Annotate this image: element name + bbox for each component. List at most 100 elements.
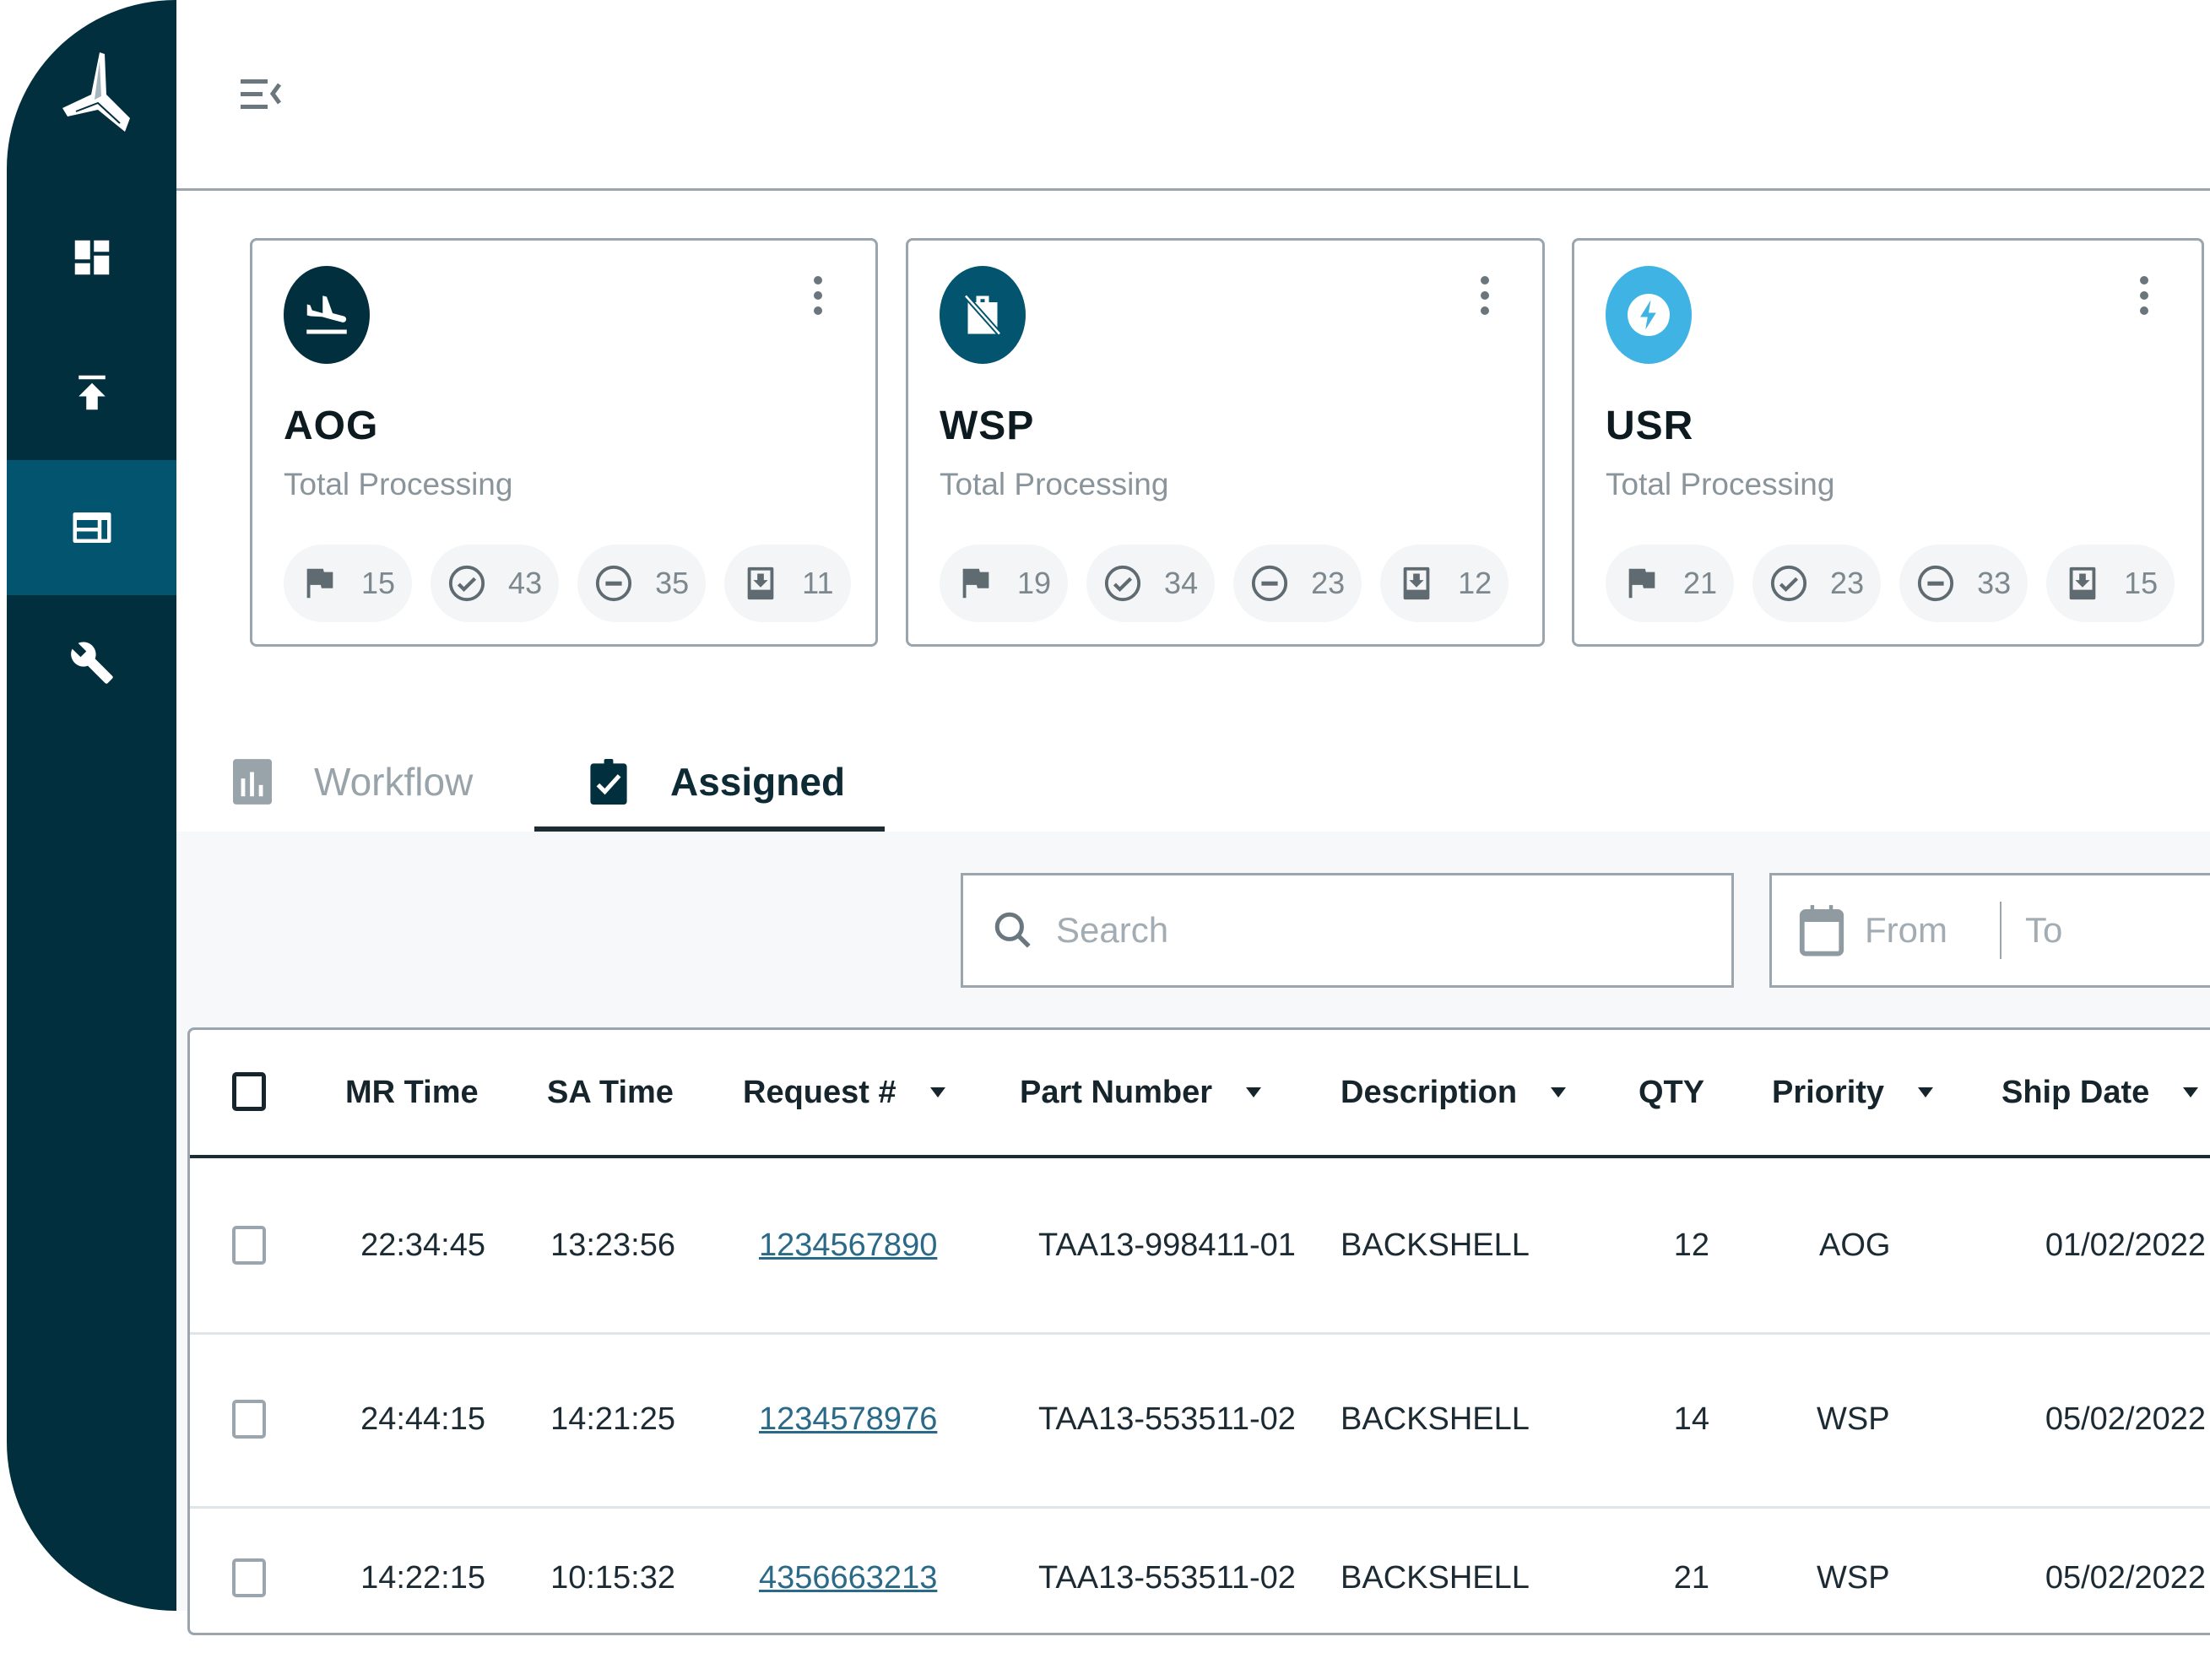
card-title: WSP — [940, 404, 1035, 448]
stat-value: 35 — [655, 566, 690, 600]
sidebar-item-upload[interactable] — [7, 325, 176, 460]
row-checkbox[interactable] — [232, 1558, 266, 1597]
minus-circle-icon — [1918, 565, 1954, 602]
sidebar — [7, 0, 176, 1611]
download-box-icon — [747, 566, 774, 600]
active-tab-indicator — [534, 826, 885, 832]
card-more-menu-button[interactable] — [810, 276, 826, 323]
cell-part-number: TAA13-553511-02 — [1038, 1559, 1296, 1596]
card-more-menu-button[interactable] — [2136, 276, 2153, 323]
stat-received[interactable]: 12 — [1380, 545, 1509, 622]
top-header — [176, 0, 2210, 191]
calendar-icon — [1799, 905, 1844, 957]
row-checkbox[interactable] — [232, 1400, 266, 1439]
stat-completed[interactable]: 23 — [1752, 545, 1882, 622]
cell-ship-date: 05/02/2022 — [2045, 1401, 2206, 1437]
card-subtitle: Total Processing — [1606, 467, 1835, 501]
column-ship-date[interactable]: Ship Date — [2001, 1030, 2199, 1155]
card-subtitle: Total Processing — [940, 467, 1169, 501]
cell-description: BACKSHELL — [1341, 1227, 1530, 1263]
cell-part-number: TAA13-998411-01 — [1038, 1227, 1296, 1263]
column-request-number[interactable]: Request # — [743, 1030, 945, 1155]
stat-blocked[interactable]: 33 — [1899, 545, 2029, 622]
stat-value: 33 — [1977, 566, 2012, 600]
cell-mr-time: 14:22:15 — [360, 1559, 485, 1596]
sort-caret-icon — [1246, 1087, 1262, 1097]
table-row[interactable]: 24:44:15 14:21:25 1234578976 TAA13-55351… — [190, 1332, 2210, 1509]
card-icon-badge — [940, 266, 1026, 364]
table-header: MR Time SA Time Request # Part Number De… — [190, 1030, 2210, 1158]
stat-value: 23 — [1311, 566, 1346, 600]
tab-label: Workflow — [314, 759, 474, 804]
column-description[interactable]: Description — [1341, 1030, 1567, 1155]
date-from-input[interactable]: From — [1865, 910, 1991, 951]
search-input[interactable] — [1054, 909, 1699, 951]
stat-value: 21 — [1683, 566, 1718, 600]
card-aog[interactable]: AOG Total Processing 15 43 35 11 — [250, 238, 878, 647]
cell-description: BACKSHELL — [1341, 1559, 1530, 1596]
stat-value: 23 — [1830, 566, 1865, 600]
stat-blocked[interactable]: 35 — [577, 545, 707, 622]
date-separator — [2000, 902, 2001, 959]
tab-assigned[interactable]: Assigned — [589, 734, 845, 828]
row-checkbox[interactable] — [232, 1226, 266, 1265]
sidebar-item-tools[interactable] — [7, 595, 176, 730]
cell-sa-time: 13:23:56 — [550, 1227, 675, 1263]
cell-mr-time: 22:34:45 — [360, 1227, 485, 1263]
stat-completed[interactable]: 34 — [1086, 545, 1216, 622]
cell-ship-date: 05/02/2022 — [2045, 1559, 2206, 1596]
column-mr-time[interactable]: MR Time — [345, 1030, 479, 1155]
cell-sa-time: 14:21:25 — [550, 1401, 675, 1437]
wrench-icon — [70, 642, 113, 684]
stat-blocked[interactable]: 23 — [1233, 545, 1362, 622]
card-stats: 15 43 35 11 — [284, 545, 859, 622]
table-row[interactable]: 22:34:45 13:23:56 1234567890 TAA13-99841… — [190, 1158, 2210, 1335]
sidebar-item-assignments[interactable] — [7, 460, 176, 595]
tri-wing-logo-icon[interactable] — [57, 51, 133, 135]
card-subtitle: Total Processing — [284, 467, 513, 501]
flag-icon — [306, 568, 333, 599]
assigned-table: MR Time SA Time Request # Part Number De… — [187, 1027, 2210, 1635]
tab-workflow[interactable]: Workflow — [233, 734, 473, 828]
column-priority[interactable]: Priority — [1772, 1030, 1934, 1155]
card-more-menu-button[interactable] — [1476, 276, 1493, 323]
stat-value: 15 — [2124, 566, 2159, 600]
search-field[interactable] — [961, 873, 1734, 988]
tab-label: Assigned — [670, 759, 846, 804]
card-icon-badge — [284, 266, 370, 364]
stat-flagged[interactable]: 15 — [284, 545, 413, 622]
column-part-number[interactable]: Part Number — [1020, 1030, 1262, 1155]
sidebar-item-dashboard[interactable] — [7, 190, 176, 325]
check-circle-icon — [1104, 565, 1141, 602]
menu-collapse-icon — [241, 79, 282, 109]
flag-icon — [962, 568, 989, 599]
column-sa-time[interactable]: SA Time — [547, 1030, 674, 1155]
bolt-circle-icon — [1628, 294, 1670, 336]
request-link[interactable]: 1234567890 — [759, 1227, 937, 1264]
request-link[interactable]: 1234578976 — [759, 1401, 937, 1438]
card-stats: 21 23 33 15 — [1606, 545, 2185, 622]
select-all-checkbox[interactable] — [232, 1072, 266, 1111]
cell-request: 4356663213 — [759, 1506, 937, 1650]
menu-collapse-button[interactable] — [241, 74, 288, 115]
cell-mr-time: 24:44:15 — [360, 1401, 485, 1437]
cell-qty: 14 — [1673, 1401, 1709, 1437]
stat-received[interactable]: 11 — [724, 545, 851, 622]
table-row[interactable]: 14:22:15 10:15:32 4356663213 TAA13-55351… — [190, 1506, 2210, 1680]
cell-part-number: TAA13-553511-02 — [1038, 1401, 1296, 1437]
stat-value: 43 — [508, 566, 543, 600]
minus-circle-icon — [1252, 565, 1288, 602]
cell-priority: WSP — [1817, 1401, 1890, 1437]
date-range-picker[interactable]: From To — [1769, 873, 2210, 988]
stat-received[interactable]: 15 — [2046, 545, 2175, 622]
stat-completed[interactable]: 43 — [431, 545, 560, 622]
date-to-input[interactable]: To — [2025, 910, 2062, 951]
request-link[interactable]: 4356663213 — [759, 1560, 937, 1596]
stat-value: 19 — [1017, 566, 1052, 600]
stat-flagged[interactable]: 21 — [1606, 545, 1735, 622]
sort-caret-icon — [929, 1087, 945, 1097]
column-qty[interactable]: QTY — [1639, 1030, 1704, 1155]
stat-flagged[interactable]: 19 — [940, 545, 1069, 622]
card-wsp[interactable]: WSP Total Processing 19 34 23 12 — [906, 238, 1545, 647]
card-usr[interactable]: USR Total Processing 21 23 33 15 — [1572, 238, 2204, 647]
